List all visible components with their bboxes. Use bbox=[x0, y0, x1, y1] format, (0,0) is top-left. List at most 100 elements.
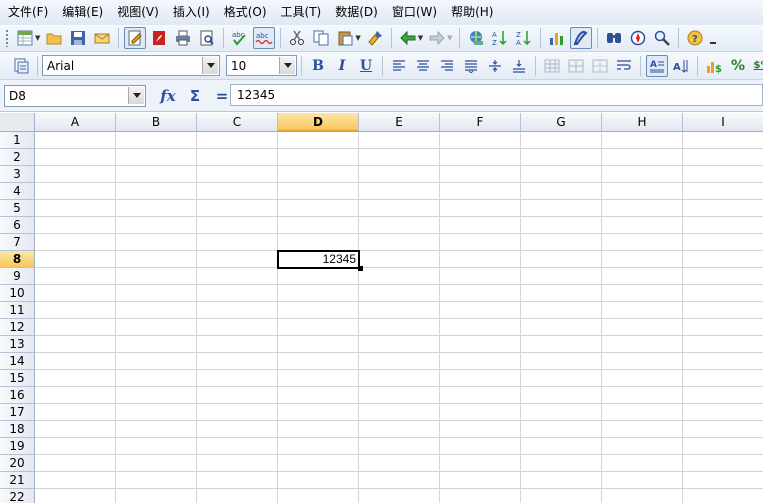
align-left-icon[interactable] bbox=[388, 55, 410, 77]
row-header-4[interactable]: 4 bbox=[0, 183, 35, 200]
font-size-select[interactable]: 10 bbox=[226, 55, 297, 76]
save-icon[interactable] bbox=[67, 27, 89, 49]
copy-icon[interactable] bbox=[310, 27, 332, 49]
menu-view[interactable]: 视图(V) bbox=[113, 0, 163, 25]
row-header-18[interactable]: 18 bbox=[0, 421, 35, 438]
text-direction-icon[interactable]: A bbox=[646, 54, 668, 77]
align-center-icon[interactable] bbox=[412, 55, 434, 77]
menu-data[interactable]: 数据(D) bbox=[331, 0, 382, 25]
row-header-15[interactable]: 15 bbox=[0, 370, 35, 387]
underline-button[interactable]: U bbox=[355, 55, 377, 77]
column-header-b[interactable]: B bbox=[116, 113, 197, 132]
sort-ascending-icon[interactable]: AZ bbox=[489, 27, 511, 49]
percent-format-button[interactable]: % bbox=[727, 55, 749, 77]
cell-area[interactable] bbox=[35, 132, 763, 503]
hyperlink-icon[interactable] bbox=[465, 27, 487, 49]
find-replace-icon[interactable] bbox=[603, 27, 625, 49]
row-header-19[interactable]: 19 bbox=[0, 438, 35, 455]
align-vcenter-icon[interactable] bbox=[484, 55, 506, 77]
column-header-f[interactable]: F bbox=[440, 113, 521, 132]
undo-icon[interactable] bbox=[397, 27, 419, 49]
row-header-5[interactable]: 5 bbox=[0, 200, 35, 217]
row-header-7[interactable]: 7 bbox=[0, 234, 35, 251]
row-header-17[interactable]: 17 bbox=[0, 404, 35, 421]
chevron-down-icon[interactable]: ▼ bbox=[355, 34, 360, 42]
chevron-down-icon[interactable]: ▼ bbox=[418, 34, 423, 42]
column-header-g[interactable]: G bbox=[521, 113, 602, 132]
number-format-button[interactable]: $% bbox=[751, 55, 763, 77]
menu-file[interactable]: 文件(F) bbox=[4, 0, 52, 25]
chevron-down-icon[interactable] bbox=[202, 57, 218, 74]
cut-icon[interactable] bbox=[286, 27, 308, 49]
export-pdf-icon[interactable] bbox=[148, 27, 170, 49]
column-header-c[interactable]: C bbox=[197, 113, 278, 132]
row-header-2[interactable]: 2 bbox=[0, 149, 35, 166]
chevron-down-icon[interactable] bbox=[128, 86, 144, 104]
sort-descending-icon[interactable]: ZA bbox=[513, 27, 535, 49]
wrap-text-icon[interactable] bbox=[613, 55, 635, 77]
email-icon[interactable] bbox=[91, 27, 113, 49]
fill-handle[interactable] bbox=[358, 266, 363, 271]
row-header-16[interactable]: 16 bbox=[0, 387, 35, 404]
paste-icon[interactable] bbox=[334, 27, 356, 49]
align-justify-icon[interactable] bbox=[460, 55, 482, 77]
vertical-text-icon[interactable]: A bbox=[670, 55, 692, 77]
menu-help[interactable]: 帮助(H) bbox=[447, 0, 497, 25]
column-header-e[interactable]: E bbox=[359, 113, 440, 132]
row-header-22[interactable]: 22 bbox=[0, 489, 35, 503]
row-header-3[interactable]: 3 bbox=[0, 166, 35, 183]
formula-input[interactable]: 12345 bbox=[230, 84, 763, 106]
row-header-8[interactable]: 8 bbox=[0, 251, 35, 268]
new-spreadsheet-icon[interactable] bbox=[14, 27, 36, 49]
menu-window[interactable]: 窗口(W) bbox=[388, 0, 441, 25]
row-header-9[interactable]: 9 bbox=[0, 268, 35, 285]
styles-icon[interactable] bbox=[10, 55, 32, 77]
row-header-12[interactable]: 12 bbox=[0, 319, 35, 336]
chevron-down-icon[interactable] bbox=[279, 57, 295, 74]
svg-text:A: A bbox=[516, 39, 521, 46]
help-icon[interactable]: ? bbox=[684, 27, 706, 49]
spellcheck-icon[interactable]: abc bbox=[229, 27, 251, 49]
font-name-select[interactable]: Arial bbox=[42, 55, 220, 76]
menu-insert[interactable]: 插入(I) bbox=[169, 0, 214, 25]
open-folder-icon[interactable] bbox=[43, 27, 65, 49]
sum-button[interactable]: Σ bbox=[184, 85, 206, 107]
print-icon[interactable] bbox=[172, 27, 194, 49]
zoom-icon[interactable] bbox=[651, 27, 673, 49]
align-right-icon[interactable] bbox=[436, 55, 458, 77]
row-header-11[interactable]: 11 bbox=[0, 302, 35, 319]
column-header-a[interactable]: A bbox=[35, 113, 116, 132]
column-header-h[interactable]: H bbox=[602, 113, 683, 132]
italic-button[interactable]: I bbox=[331, 55, 353, 77]
bold-button[interactable]: B bbox=[307, 55, 329, 77]
column-header-i[interactable]: I bbox=[683, 113, 763, 132]
name-box[interactable]: D8 bbox=[4, 84, 146, 107]
menu-format[interactable]: 格式(O) bbox=[220, 0, 271, 25]
chart-icon[interactable] bbox=[546, 27, 568, 49]
row-header-14[interactable]: 14 bbox=[0, 353, 35, 370]
toolbar-overflow-icon[interactable] bbox=[708, 27, 718, 49]
function-wizard-button[interactable]: fx bbox=[157, 85, 179, 107]
navigator-icon[interactable] bbox=[627, 27, 649, 49]
row-header-10[interactable]: 10 bbox=[0, 285, 35, 302]
borders-icon bbox=[589, 55, 611, 77]
row-header-1[interactable]: 1 bbox=[0, 132, 35, 149]
format-paintbrush-icon[interactable] bbox=[364, 27, 386, 49]
draw-functions-icon[interactable] bbox=[569, 27, 592, 49]
autospellcheck-icon[interactable]: abc bbox=[253, 27, 276, 49]
row-header-20[interactable]: 20 bbox=[0, 455, 35, 472]
print-preview-icon[interactable] bbox=[196, 27, 218, 49]
align-bottom-icon[interactable] bbox=[508, 55, 530, 77]
select-all-corner[interactable] bbox=[0, 113, 35, 132]
row-header-13[interactable]: 13 bbox=[0, 336, 35, 353]
menu-edit[interactable]: 编辑(E) bbox=[58, 0, 107, 25]
chevron-down-icon[interactable]: ▼ bbox=[35, 34, 40, 42]
row-header-21[interactable]: 21 bbox=[0, 472, 35, 489]
currency-format-icon[interactable]: $ bbox=[703, 55, 725, 77]
edit-file-icon[interactable] bbox=[124, 27, 147, 49]
active-cell[interactable]: 12345 bbox=[277, 250, 360, 269]
column-header-d[interactable]: D bbox=[278, 113, 359, 132]
toolbar-grip[interactable] bbox=[5, 29, 9, 47]
menu-tools[interactable]: 工具(T) bbox=[277, 0, 326, 25]
row-header-6[interactable]: 6 bbox=[0, 217, 35, 234]
